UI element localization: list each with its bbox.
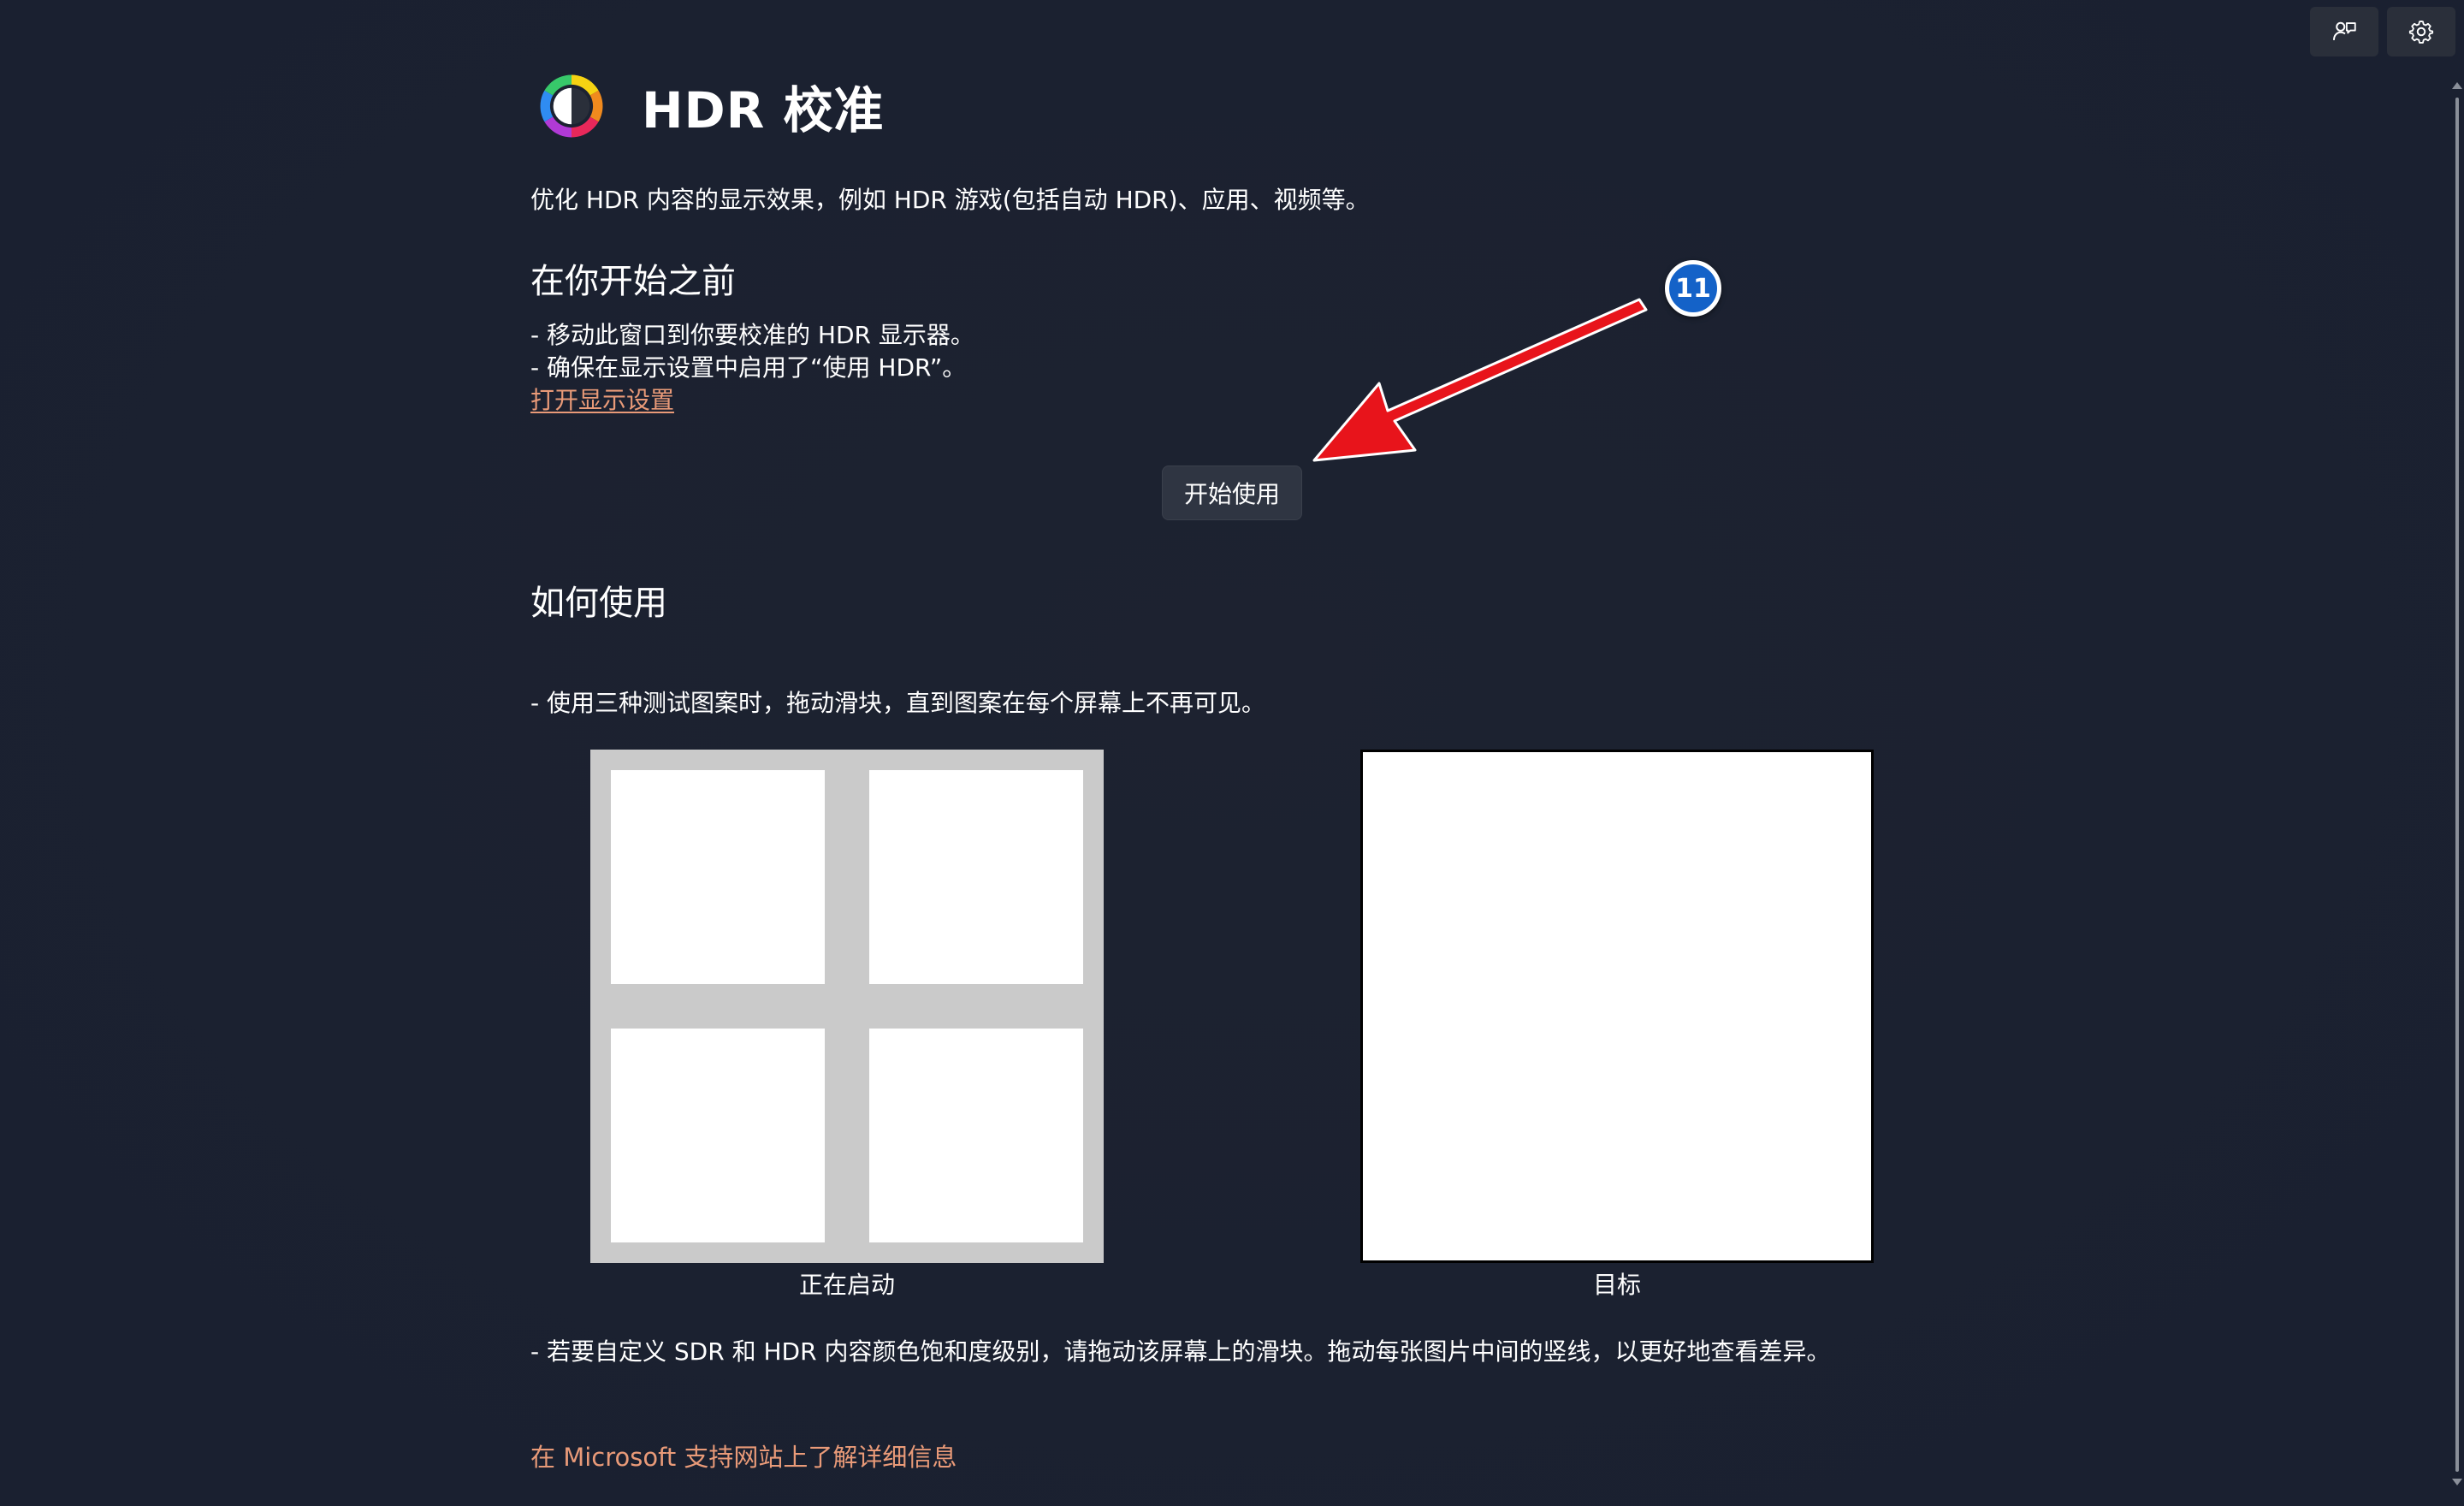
learn-more-link[interactable]: 在 Microsoft 支持网站上了解详细信息 [530,1438,957,1473]
pattern-square [611,770,825,984]
pattern-square [869,1029,1083,1242]
open-display-settings-link[interactable]: 打开显示设置 [530,382,674,416]
step-number-badge: 11 [1665,260,1721,317]
test-pattern-start-image [590,750,1104,1263]
before-start-bullet: - 移动此窗口到你要校准的 HDR 显示器。 [530,321,974,349]
app-header: HDR 校准 [539,70,885,142]
pattern-square [869,770,1083,984]
how-to-heading: 如何使用 [530,584,667,623]
before-start-bullet: - 确保在显示设置中启用了“使用 HDR”。 [530,353,967,382]
annotation-arrow [1312,298,1648,462]
get-started-button[interactable]: 开始使用 [1162,465,1302,520]
before-start-heading: 在你开始之前 [530,262,736,301]
feedback-button[interactable] [2310,7,2378,56]
target-image-caption: 目标 [1592,1271,1641,1299]
test-pattern-target-image [1360,750,1874,1263]
pattern-square [611,1029,825,1242]
page-title: HDR 校准 [642,81,885,139]
color-wheel-icon [540,74,603,138]
how-to-bullet: - 使用三种测试图案时，拖动滑块，直到图案在每个屏幕上不再可见。 [530,689,1266,717]
app-window: HDR 校准 优化 HDR 内容的显示效果，例如 HDR 游戏(包括自动 HDR… [0,0,2464,1506]
feedback-icon [2332,21,2356,40]
scroll-down-arrow[interactable] [2452,1479,2462,1485]
page-subtitle: 优化 HDR 内容的显示效果，例如 HDR 游戏(包括自动 HDR)、应用、视频… [530,186,1370,214]
start-image-caption: 正在启动 [798,1271,895,1299]
gear-icon [2408,21,2434,44]
vertical-scrollbar[interactable] [2455,98,2459,1472]
saturation-bullet: - 若要自定义 SDR 和 HDR 内容颜色饱和度级别，请拖动该屏幕上的滑块。拖… [530,1337,1831,1366]
scroll-up-arrow[interactable] [2452,82,2462,89]
settings-button[interactable] [2387,7,2455,56]
